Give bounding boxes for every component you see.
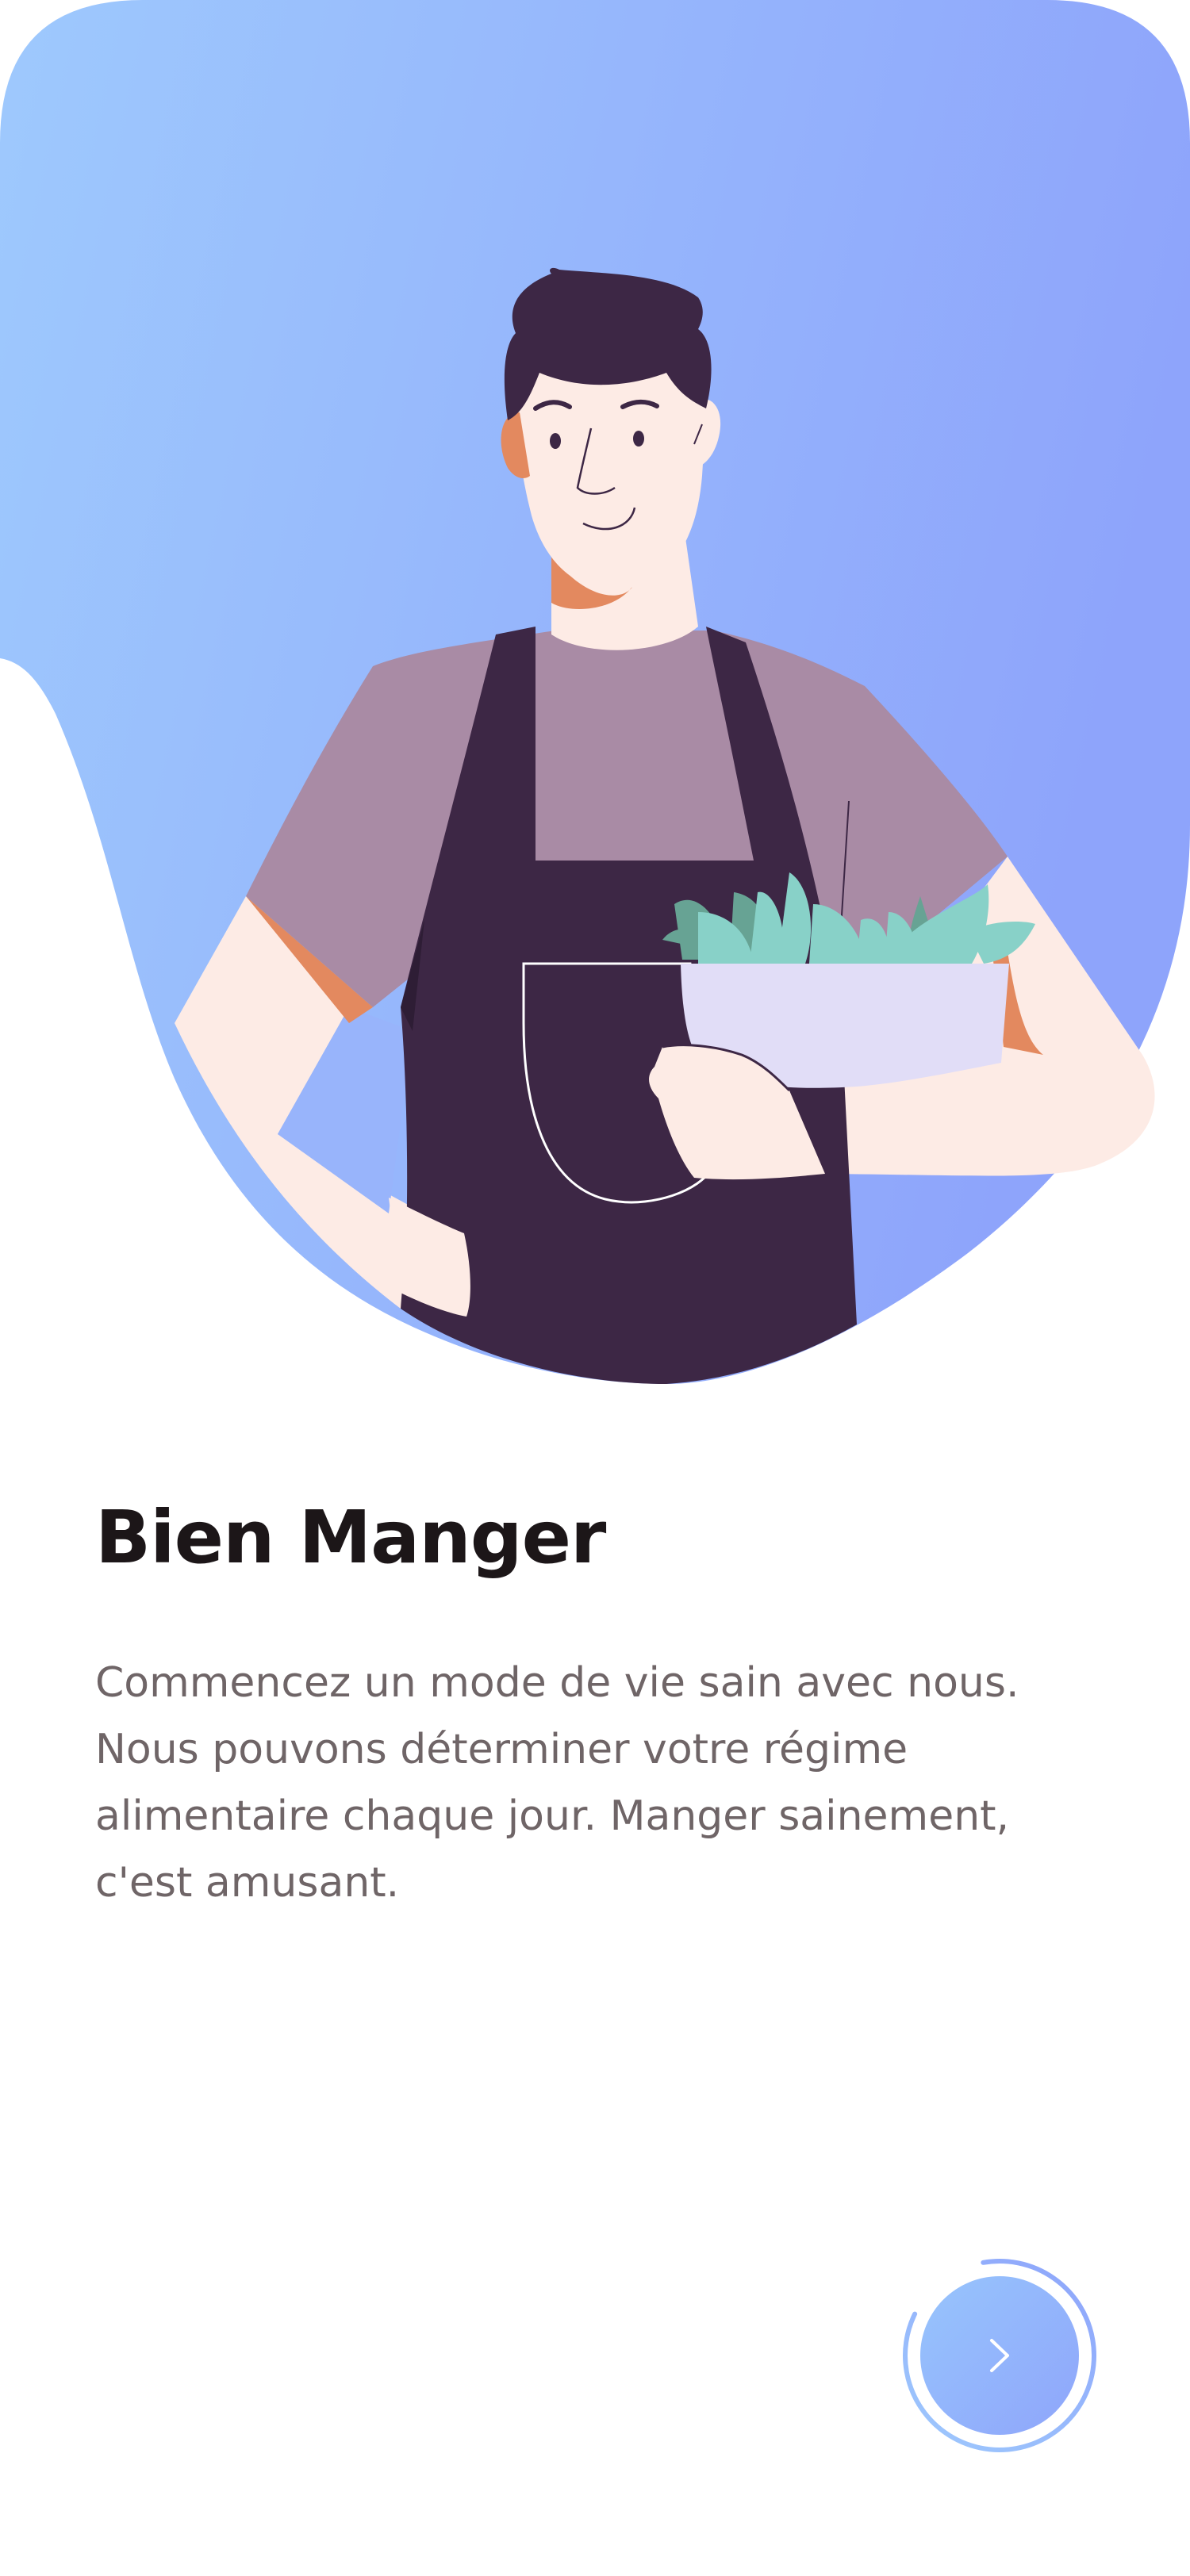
- hero-illustration: [0, 0, 1190, 1396]
- next-button[interactable]: [920, 2276, 1079, 2435]
- page-description: Commencez un mode de vie sain avec nous.…: [95, 1659, 1019, 1907]
- page-title: Bien Manger: [95, 1495, 606, 1580]
- next-button-container: [896, 2252, 1103, 2459]
- chevron-right-icon: [990, 2339, 1009, 2372]
